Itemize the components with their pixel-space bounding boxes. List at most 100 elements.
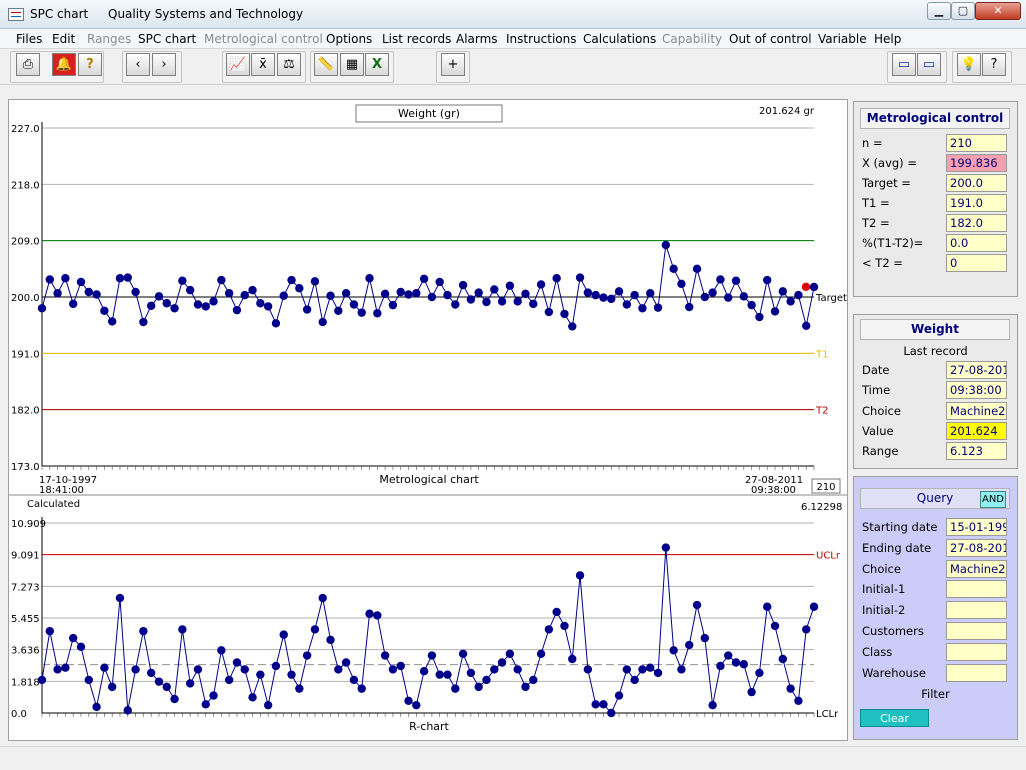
menu-alarms[interactable]: Alarms xyxy=(456,32,498,46)
data-point xyxy=(357,684,366,693)
data-point xyxy=(544,625,554,634)
reference-label: T2 xyxy=(815,406,828,417)
metro-field[interactable]: 200.0 xyxy=(946,174,1007,192)
lightbulb-icon[interactable]: 💡 xyxy=(957,53,981,76)
weight-label: Date xyxy=(862,363,890,377)
x-chart-icon[interactable]: x̄ xyxy=(251,53,275,76)
and-toggle[interactable]: AND xyxy=(980,491,1006,508)
ruler-icon[interactable]: 📏 xyxy=(314,53,338,76)
data-point xyxy=(123,706,132,715)
close-icon[interactable]: ✕ xyxy=(975,2,1021,20)
weight-field[interactable]: 6.123 xyxy=(946,442,1007,461)
metro-field[interactable]: 191.0 xyxy=(946,194,1007,212)
query-field[interactable] xyxy=(946,663,1007,682)
calculator-icon[interactable]: ▦ xyxy=(340,53,364,76)
data-point xyxy=(146,301,156,310)
arrow-left-icon[interactable]: ‹ xyxy=(126,53,150,76)
menu-out-of-control[interactable]: Out of control xyxy=(729,32,812,46)
data-point xyxy=(396,287,405,297)
menu-edit[interactable]: Edit xyxy=(52,32,75,46)
app-icon xyxy=(8,8,24,21)
data-point xyxy=(497,297,507,306)
alarm-bell-icon[interactable]: 🔔 xyxy=(52,53,76,76)
weight-field[interactable]: 09:38:00 xyxy=(946,381,1007,400)
data-point xyxy=(279,291,288,300)
menu-files[interactable]: Files xyxy=(16,32,42,46)
metro-field[interactable]: 210 xyxy=(946,134,1007,152)
data-point xyxy=(326,291,335,300)
query-field[interactable] xyxy=(946,622,1007,640)
data-point xyxy=(107,682,117,692)
weight-label: Range xyxy=(862,444,899,459)
data-point xyxy=(100,663,109,672)
data-point xyxy=(162,682,171,692)
menu-instructions[interactable]: Instructions xyxy=(506,32,576,46)
query-field[interactable]: 15-01-1997 xyxy=(946,518,1007,536)
metro-panel-title: Metrological control xyxy=(860,108,1010,129)
y-tick-label: 173.0 xyxy=(11,462,40,473)
monitor-icon[interactable]: ▭ xyxy=(892,53,916,76)
y-tick-label: 5.455 xyxy=(11,614,40,625)
query-field[interactable] xyxy=(946,580,1007,599)
data-point xyxy=(451,300,460,309)
query-field[interactable] xyxy=(946,601,1007,620)
count-label: 210 xyxy=(816,482,835,493)
metro-field[interactable]: 182.0 xyxy=(946,214,1007,232)
metro-field[interactable]: 0.0 xyxy=(946,234,1007,252)
data-point xyxy=(466,295,476,304)
add-icon[interactable]: + xyxy=(441,53,465,76)
menu-spc-chart[interactable]: SPC chart xyxy=(138,32,196,46)
data-point xyxy=(357,308,366,317)
metro-field[interactable]: 0 xyxy=(946,254,1007,272)
r-current-value-label: 6.12298 xyxy=(801,502,842,513)
weight-field[interactable]: 27-08-2011 xyxy=(946,361,1007,379)
query-field[interactable]: Machine2 xyxy=(946,559,1007,578)
data-point xyxy=(802,625,811,634)
help-question-icon[interactable]: ? xyxy=(78,53,102,76)
data-point xyxy=(256,299,265,308)
line-chart-icon[interactable]: 📈 xyxy=(226,53,250,76)
data-point xyxy=(240,665,249,674)
weight-field[interactable]: Machine2 xyxy=(946,401,1007,420)
menu-list-records[interactable]: List records xyxy=(382,32,451,46)
data-point xyxy=(115,274,125,283)
y-tick-label: 0.0 xyxy=(11,709,27,720)
query-field[interactable]: 27-08-2011 xyxy=(946,538,1007,557)
balance-scale-icon[interactable]: ⚖ xyxy=(277,53,301,76)
data-point xyxy=(76,277,86,287)
data-point xyxy=(763,602,772,611)
data-point xyxy=(669,646,678,655)
menu-variable[interactable]: Variable xyxy=(818,32,867,46)
minimize-icon[interactable]: ▁ xyxy=(927,2,951,20)
toolbar: ⎙ 🔔? ‹ › 📈 x̄ ⚖ 📏 ▦ X + ▭ ▭ 💡? xyxy=(0,49,1026,85)
arrow-right-icon[interactable]: › xyxy=(152,53,176,76)
data-point xyxy=(76,642,86,652)
data-point xyxy=(482,675,491,685)
data-point xyxy=(591,700,600,709)
data-point xyxy=(583,665,593,674)
dual-monitor-icon[interactable]: ▭ xyxy=(917,53,941,76)
menu-help[interactable]: Help xyxy=(874,32,901,46)
clear-button[interactable]: Clear xyxy=(860,709,929,727)
menu-calculations[interactable]: Calculations xyxy=(583,32,656,46)
data-point xyxy=(380,651,390,660)
metro-field[interactable]: 199.836 xyxy=(946,154,1007,172)
excel-export-icon[interactable]: X xyxy=(365,53,389,76)
data-point xyxy=(700,292,710,302)
data-point xyxy=(716,275,725,284)
printer-icon[interactable]: ⎙ xyxy=(16,53,40,76)
app-title: SPC chart xyxy=(30,7,89,21)
maximize-icon[interactable]: ▢ xyxy=(951,2,975,20)
data-point xyxy=(310,277,320,286)
context-help-icon[interactable]: ? xyxy=(982,53,1006,76)
data-point xyxy=(536,649,546,658)
window-title: Quality Systems and Technology xyxy=(108,7,304,21)
data-point xyxy=(240,290,249,300)
weight-field[interactable]: 201.624 xyxy=(946,421,1007,440)
metro-label: < T2 = xyxy=(862,256,903,270)
metro-label: T2 = xyxy=(862,216,890,230)
chart-area: Weight (gr) 201.624 gr 227.0 218.0 209.0 200.… xyxy=(8,99,848,741)
menu-options[interactable]: Options xyxy=(326,32,372,46)
query-field[interactable] xyxy=(946,642,1007,661)
data-point xyxy=(575,571,585,580)
